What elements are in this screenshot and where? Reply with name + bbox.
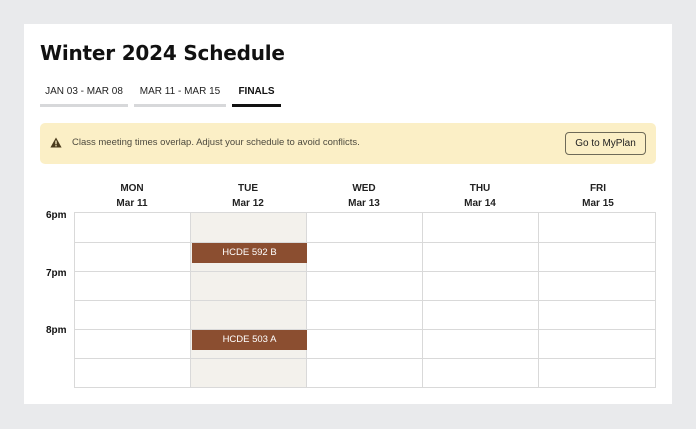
day-header-fri: FRI Mar 15 <box>540 181 656 211</box>
event-hcde-592-b[interactable]: HCDE 592 B <box>192 243 307 263</box>
day-date: Mar 15 <box>582 198 614 209</box>
tab-finals[interactable]: FINALS <box>232 85 281 107</box>
day-header-mon: MON Mar 11 <box>74 181 190 211</box>
day-date: Mar 13 <box>348 198 380 209</box>
day-name: THU <box>469 183 491 194</box>
day-header-tue: TUE Mar 12 <box>190 181 306 211</box>
day-name: TUE <box>238 183 258 194</box>
time-label-7pm: 7pm <box>46 268 67 279</box>
tab-underline <box>134 104 226 107</box>
day-date: Mar 14 <box>464 198 496 209</box>
grid-line <box>75 358 656 359</box>
day-name: WED <box>352 183 376 194</box>
grid-line <box>75 329 656 330</box>
grid-line <box>75 300 656 301</box>
day-name: MON <box>120 183 144 194</box>
grid-line <box>75 387 656 388</box>
day-date: Mar 12 <box>232 198 264 209</box>
tab-underline <box>232 104 281 107</box>
calendar-grid: HCDE 592 B HCDE 503 A <box>74 212 656 388</box>
day-date: Mar 11 <box>116 198 148 209</box>
page-title: Winter 2024 Schedule <box>40 41 285 65</box>
warning-icon <box>50 137 62 148</box>
tab-label: FINALS <box>238 86 275 97</box>
day-header-thu: THU Mar 14 <box>422 181 538 211</box>
day-header-wed: WED Mar 13 <box>306 181 422 211</box>
day-name: FRI <box>589 183 607 194</box>
grid-line <box>75 242 656 243</box>
go-to-myplan-button[interactable]: Go to MyPlan <box>565 132 646 155</box>
warning-message: Class meeting times overlap. Adjust your… <box>72 137 360 148</box>
event-hcde-503-a[interactable]: HCDE 503 A <box>192 330 307 350</box>
tab-label: MAR 11 - MAR 15 <box>139 86 221 97</box>
tab-label: JAN 03 - MAR 08 <box>45 86 123 97</box>
conflict-warning-banner: Class meeting times overlap. Adjust your… <box>40 123 656 164</box>
time-label-8pm: 8pm <box>46 325 67 336</box>
grid-line <box>75 271 656 272</box>
schedule-card: Winter 2024 Schedule JAN 03 - MAR 08 MAR… <box>24 24 672 404</box>
tab-underline <box>40 104 128 107</box>
tab-jan03-mar08[interactable]: JAN 03 - MAR 08 <box>40 85 128 107</box>
tab-mar11-mar15[interactable]: MAR 11 - MAR 15 <box>134 85 226 107</box>
time-label-6pm: 6pm <box>46 210 67 221</box>
